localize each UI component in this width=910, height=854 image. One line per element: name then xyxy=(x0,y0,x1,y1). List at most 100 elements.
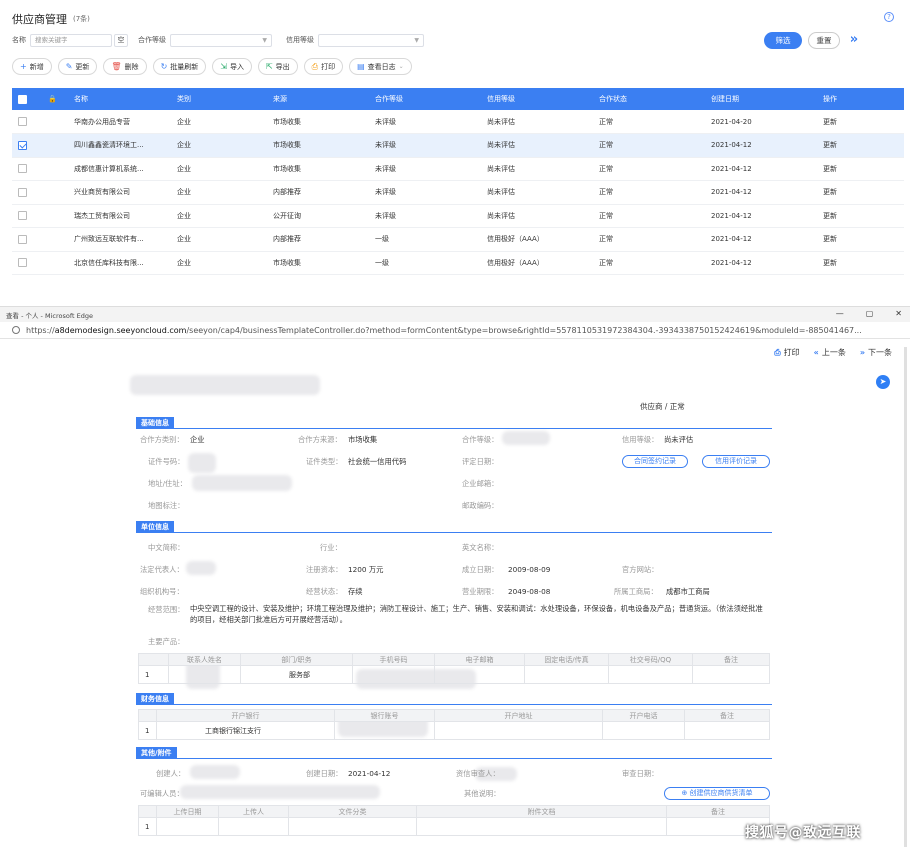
table-row[interactable]: 兴业商贸有限公司 企业 内部推荐 未评级 尚未评估 正常 2021-04-12 更新 xyxy=(12,180,904,205)
table-row[interactable]: 四川鑫鑫瓷清环境工... 企业 市场收集 未评级 尚未评估 正常 2021-04-12 更新 xyxy=(12,133,904,158)
row-checkbox[interactable] xyxy=(18,234,27,244)
contacts-cell[interactable]: 服务部 xyxy=(240,665,353,684)
export-button[interactable]: ⇱ 导出 xyxy=(257,58,298,75)
bank-cell[interactable] xyxy=(602,721,685,740)
att-cell[interactable] xyxy=(416,817,667,836)
update-button[interactable]: ✎ 更新 xyxy=(57,58,98,75)
cell-coop-status: 正常 xyxy=(593,227,705,252)
prev-record-link[interactable]: «上一条 xyxy=(814,347,846,358)
table-row[interactable]: 北京信任库科技有限... 企业 市场收集 一级 信用极好（AAA） 正常 2021-04-1… xyxy=(12,251,904,275)
col-create-date[interactable]: 创建日期 xyxy=(705,88,817,110)
next-record-link[interactable]: » 下一条 xyxy=(860,347,892,358)
col-coop-status[interactable]: 合作状态 xyxy=(593,88,705,110)
bank-cell[interactable] xyxy=(684,721,770,740)
row-checkbox-cell[interactable] xyxy=(12,133,42,158)
col-credit-level[interactable]: 信用等级 xyxy=(481,88,593,110)
cell-name[interactable]: 北京信任库科技有限... xyxy=(68,251,171,275)
contract-record-button[interactable]: 合同签约记录 xyxy=(622,455,688,468)
row-checkbox[interactable] xyxy=(18,117,27,126)
cell-action[interactable]: 更新 xyxy=(817,133,904,158)
bank-cell[interactable]: 工商银行锦江支行 xyxy=(156,721,335,740)
credit-record-button[interactable]: 信用评价记录 xyxy=(702,455,770,468)
row-checkbox-cell[interactable] xyxy=(12,227,42,252)
cell-name[interactable]: 四川鑫鑫瓷清环境工... xyxy=(68,133,171,158)
cell-name[interactable]: 成都信惠计算机系统... xyxy=(68,157,171,181)
coop-level-select[interactable]: ▼ xyxy=(170,33,272,47)
contacts-cell[interactable] xyxy=(608,665,693,684)
cell-coop-status: 正常 xyxy=(593,157,705,181)
row-checkbox[interactable] xyxy=(18,258,27,268)
att-cell[interactable] xyxy=(156,817,219,836)
cell-coop-level: 未评级 xyxy=(369,204,481,228)
cell-action[interactable]: 更新 xyxy=(817,157,904,181)
table-row[interactable]: 广州致远互联软件有... 企业 内部推荐 一级 信用极好（AAA） 正常 2021-04-1… xyxy=(12,227,904,252)
att-cell[interactable] xyxy=(288,817,417,836)
cell-name[interactable]: 兴业商贸有限公司 xyxy=(68,180,171,205)
view-log-button[interactable]: ▤ 查看日志 ⌄ xyxy=(349,58,412,75)
row-checkbox-cell[interactable] xyxy=(12,180,42,205)
import-button[interactable]: ⇲ 导入 xyxy=(212,58,252,75)
navigate-icon[interactable]: ➤ xyxy=(876,375,890,389)
row-checkbox[interactable] xyxy=(18,140,27,150)
reset-button[interactable]: 重置 xyxy=(808,32,840,49)
row-checkbox-cell[interactable] xyxy=(12,204,42,228)
partner-source-value: 市场收集 xyxy=(348,435,378,444)
url-path: /seeyon/cap4/businessTemplateController.… xyxy=(186,325,862,335)
credit-level-select[interactable]: ▼ xyxy=(318,33,424,47)
create-supply-list-button[interactable]: ⊕ 创建供应商供货清单 xyxy=(664,787,770,800)
select-all-header[interactable] xyxy=(12,88,42,110)
row-checkbox-cell[interactable] xyxy=(12,110,42,134)
row-checkbox-cell[interactable] xyxy=(12,157,42,181)
double-chevron-right-icon[interactable]: » xyxy=(846,32,862,49)
batch-refresh-button[interactable]: ↻ 批量刷新 xyxy=(152,58,207,75)
cell-name[interactable]: 华南办公用品专营 xyxy=(68,110,171,134)
name-search-input[interactable]: 搜索关键字 xyxy=(30,33,112,47)
bank-cell[interactable] xyxy=(434,721,603,740)
maximize-icon[interactable]: ▢ xyxy=(866,309,874,318)
bank-cell[interactable] xyxy=(334,721,435,740)
row-checkbox[interactable] xyxy=(18,187,27,197)
cell-action[interactable]: 更新 xyxy=(817,110,904,134)
print-link[interactable]: ⎙ 打印 xyxy=(774,347,799,358)
delete-button[interactable]: 🗑 删除 xyxy=(103,58,147,75)
att-cell[interactable] xyxy=(218,817,289,836)
row-lock-cell xyxy=(42,157,68,181)
contacts-cell[interactable] xyxy=(434,665,525,684)
table-row[interactable]: 成都信惠计算机系统... 企业 市场收集 未评级 尚未评估 正常 2021-04-12 更新 xyxy=(12,157,904,181)
vertical-scrollbar[interactable] xyxy=(904,347,907,847)
select-all-checkbox[interactable] xyxy=(18,94,27,104)
filter-button[interactable]: 筛选 xyxy=(764,32,802,49)
contacts-cell[interactable] xyxy=(524,665,609,684)
chevron-down-icon: ▼ xyxy=(262,36,267,44)
cell-name[interactable]: 瑞杰工贸有限公司 xyxy=(68,204,171,228)
row-checkbox[interactable] xyxy=(18,164,27,174)
close-icon[interactable]: ✕ xyxy=(895,309,902,318)
cell-action[interactable]: 更新 xyxy=(817,180,904,205)
table-row[interactable]: 华南办公用品专营 企业 市场收集 未评级 尚未评估 正常 2021-04-20 更新 xyxy=(12,110,904,134)
row-checkbox[interactable] xyxy=(18,211,27,221)
cell-action[interactable]: 更新 xyxy=(817,204,904,228)
col-source[interactable]: 来源 xyxy=(267,88,369,110)
contacts-cell[interactable] xyxy=(168,665,241,684)
cell-create-date: 2021-04-12 xyxy=(705,180,817,205)
row-checkbox-cell[interactable] xyxy=(12,251,42,275)
col-name[interactable]: 名称 xyxy=(68,88,171,110)
contacts-cell[interactable] xyxy=(352,665,435,684)
col-coop-level[interactable]: 合作等级 xyxy=(369,88,481,110)
address-bar[interactable]: https://a8demodesign.seeyoncloud.com/see… xyxy=(0,322,910,339)
help-icon[interactable]: ? xyxy=(884,12,894,22)
table-row[interactable]: 瑞杰工贸有限公司 企业 公开征询 未评级 尚未评估 正常 2021-04-12 更新 xyxy=(12,204,904,228)
col-type[interactable]: 类别 xyxy=(171,88,267,110)
cell-source: 公开征询 xyxy=(267,204,369,228)
minimize-icon[interactable]: — xyxy=(836,309,844,318)
print-button[interactable]: ⎙ 打印 xyxy=(303,58,344,75)
cell-action[interactable]: 更新 xyxy=(817,227,904,252)
add-label: 新增 xyxy=(29,62,44,71)
cell-source: 市场收集 xyxy=(267,251,369,275)
empty-filter-button[interactable]: 空 xyxy=(114,33,128,47)
cell-action[interactable]: 更新 xyxy=(817,251,904,275)
cell-name[interactable]: 广州致远互联软件有... xyxy=(68,227,171,252)
add-button[interactable]: + 新增 xyxy=(12,58,52,75)
contacts-cell[interactable] xyxy=(692,665,770,684)
att-col-category: 文件分类 xyxy=(288,805,417,818)
